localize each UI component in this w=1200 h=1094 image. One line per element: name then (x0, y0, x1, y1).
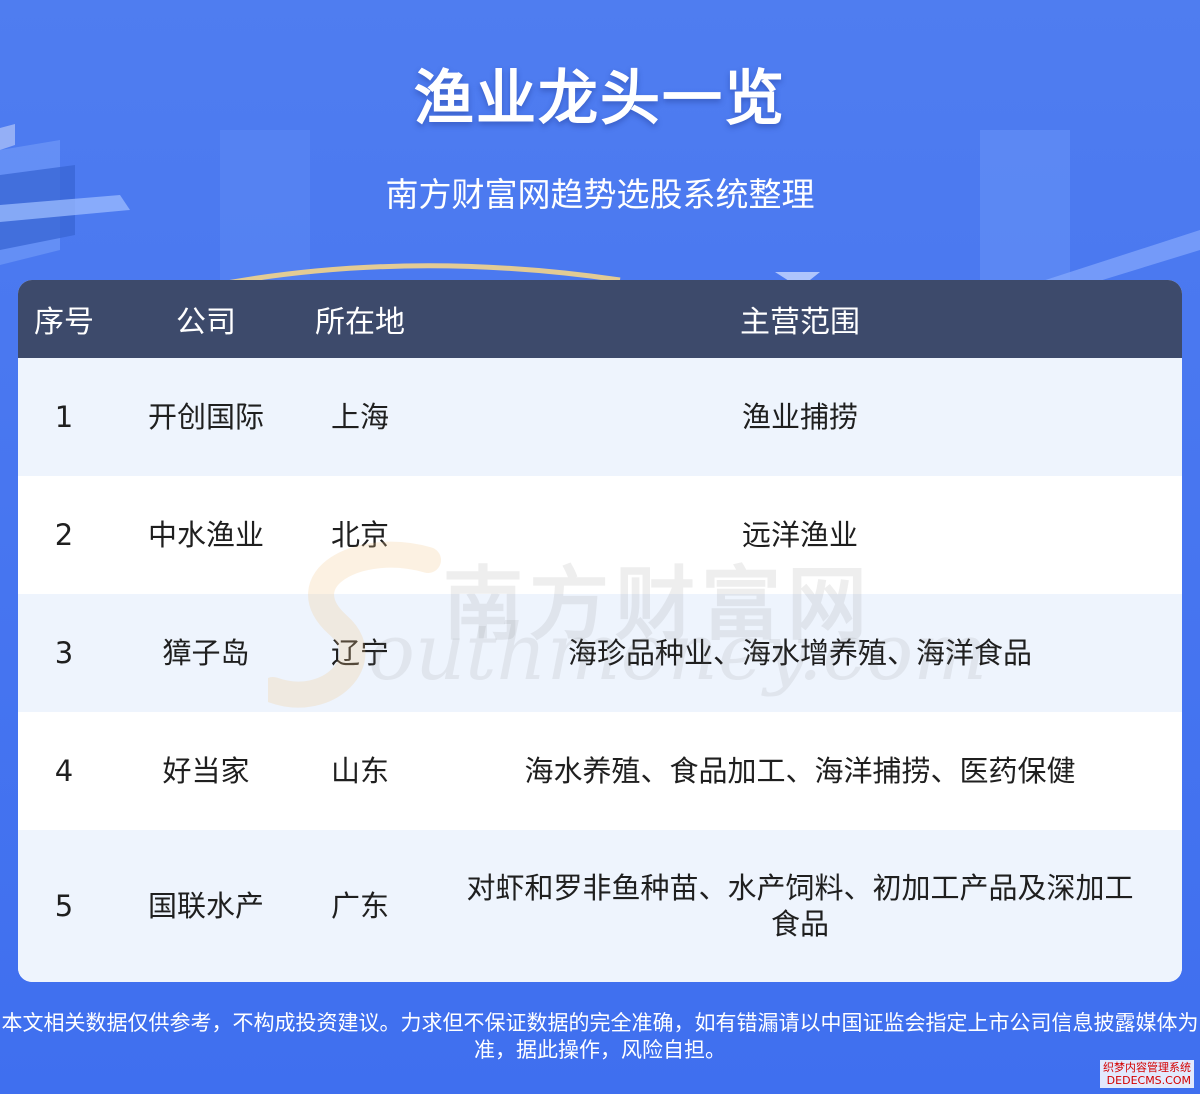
column-header-company: 公司 (176, 305, 236, 340)
table-row: 5 国联水产 广东 对虾和罗非鱼种苗、水产饲料、初加工产品及深加工食品 (18, 830, 1182, 982)
cell-index: 1 (54, 400, 74, 434)
page-title: 渔业龙头一览 (414, 64, 786, 134)
cell-location: 上海 (330, 400, 389, 434)
cell-location: 北京 (330, 518, 389, 552)
column-header-index: 序号 (34, 305, 94, 340)
cell-location: 辽宁 (330, 636, 389, 670)
column-header-business: 主营范围 (740, 305, 860, 340)
cell-business: 对虾和罗非鱼种苗、水产饲料、初加工产品及深加工食品 (466, 871, 1134, 941)
cell-company: 獐子岛 (162, 636, 250, 670)
building-illustration-left (0, 124, 130, 265)
building-illustration-right (980, 130, 1200, 290)
corner-watermark-cn: 织梦内容管理系统 (1103, 1061, 1191, 1074)
data-table-card: 序号 公司 所在地 主营范围 1 开创国际 上海 渔业捕捞 2 中水渔业 北京 … (18, 280, 1182, 982)
table-row: 1 开创国际 上海 渔业捕捞 (18, 358, 1182, 476)
company-table: 序号 公司 所在地 主营范围 1 开创国际 上海 渔业捕捞 2 中水渔业 北京 … (18, 280, 1182, 982)
cell-index: 5 (54, 889, 74, 923)
cell-index: 3 (54, 636, 74, 670)
page-subtitle: 南方财富网趋势选股系统整理 (385, 175, 815, 214)
cell-index: 2 (54, 518, 74, 552)
cell-business: 远洋渔业 (741, 518, 858, 552)
cell-index: 4 (54, 754, 74, 788)
cell-company: 中水渔业 (147, 518, 264, 552)
table-header-row: 序号 公司 所在地 主营范围 (18, 280, 1182, 358)
cell-location: 广东 (330, 889, 389, 923)
table-row: 3 獐子岛 辽宁 海珍品种业、海水增养殖、海洋食品 (18, 594, 1182, 712)
disclaimer-text: 本文相关数据仅供参考，不构成投资建议。力求但不保证数据的完全准确，如有错漏请以中… (1, 1011, 1199, 1062)
corner-watermark: 织梦内容管理系统 DEDECMS.COM (1100, 1060, 1194, 1088)
cell-business: 海水养殖、食品加工、海洋捕捞、医药保健 (524, 754, 1076, 788)
cell-business: 海珍品种业、海水增养殖、海洋食品 (567, 636, 1032, 670)
cell-company: 开创国际 (147, 400, 264, 434)
cell-company: 国联水产 (147, 889, 264, 923)
cell-business: 渔业捕捞 (741, 400, 858, 434)
column-header-location: 所在地 (315, 305, 405, 340)
corner-watermark-en: DEDECMS.COM (1106, 1074, 1191, 1087)
cell-location: 山东 (330, 754, 389, 788)
cell-company: 好当家 (162, 754, 250, 788)
header-banner: 渔业龙头一览 南方财富网趋势选股系统整理 (0, 0, 1200, 290)
table-row: 2 中水渔业 北京 远洋渔业 (18, 476, 1182, 594)
table-row: 4 好当家 山东 海水养殖、食品加工、海洋捕捞、医药保健 (18, 712, 1182, 830)
